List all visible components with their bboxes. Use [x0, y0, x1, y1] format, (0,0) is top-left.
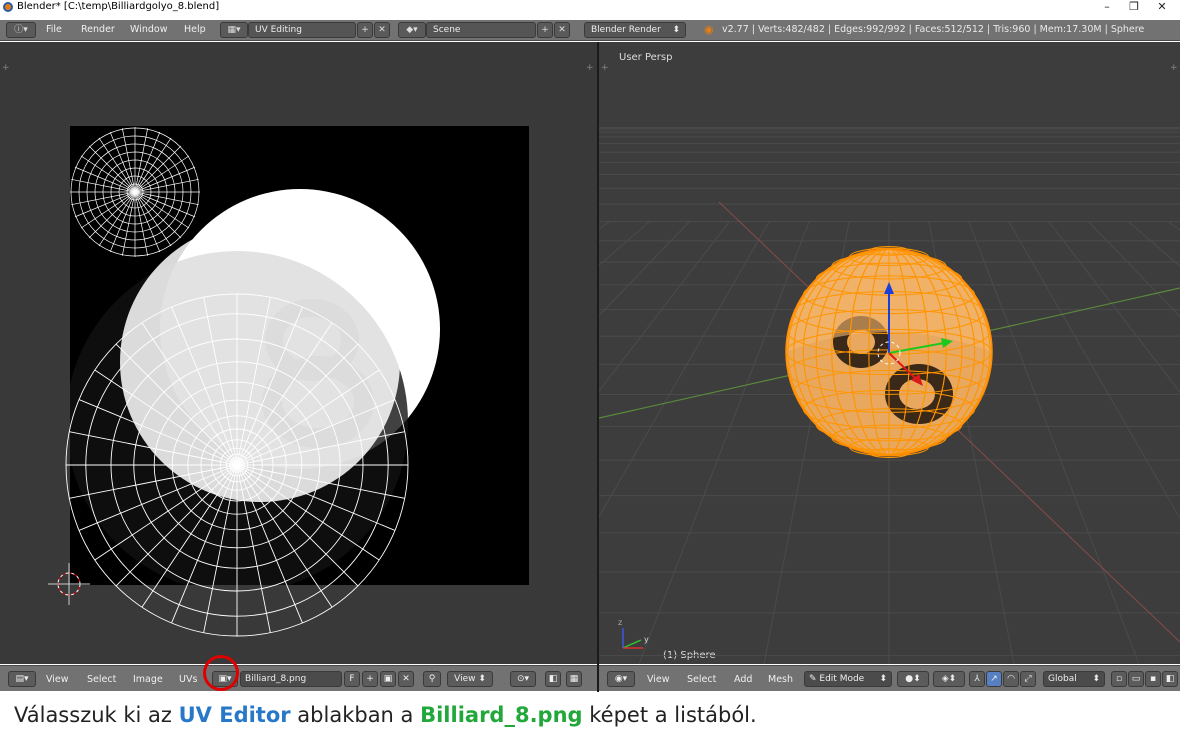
screen-layout-select[interactable]: UV Editing	[248, 22, 356, 38]
edge-select-icon[interactable]: ▭	[1128, 671, 1144, 687]
uv-select-mode-icon[interactable]: ▦	[566, 671, 582, 687]
view-axis-widget-icon: y z	[618, 618, 649, 649]
viewport-header: ◉▾ View Select Add Mesh ✎ Edit Mode ⬍ ●⬍…	[599, 665, 1180, 691]
pin-image-icon[interactable]: ⚲	[423, 671, 441, 687]
vertex-select-icon[interactable]: ▫	[1111, 671, 1127, 687]
remove-scene-button[interactable]: ✕	[554, 22, 570, 38]
render-engine-select[interactable]: Blender Render ⬍	[584, 22, 686, 38]
rotate-icon[interactable]: ◠	[1003, 671, 1019, 687]
caption-image-name: Billiard_8.png	[420, 703, 583, 727]
scale-icon[interactable]: ⤢	[1020, 671, 1036, 687]
3d-viewport[interactable]: User Persp (1) Sphere + + y z	[599, 42, 1180, 664]
viewport-shading-select[interactable]: ●⬍	[897, 671, 929, 687]
manipulator-toggle-icon[interactable]: ⅄	[969, 671, 985, 687]
vp-menu-select[interactable]: Select	[687, 674, 716, 685]
add-scene-button[interactable]: +	[537, 22, 553, 38]
caption: Válasszuk ki az UV Editor ablakban a Bil…	[14, 703, 757, 727]
pivot-point-icon[interactable]: ⊙▾	[510, 671, 536, 687]
close-button[interactable]: ✕	[1152, 0, 1172, 14]
vp-menu-mesh[interactable]: Mesh	[768, 674, 793, 685]
uv-menu-image[interactable]: Image	[133, 674, 163, 685]
remove-layout-button[interactable]: ✕	[374, 22, 390, 38]
menu-window[interactable]: Window	[130, 24, 167, 35]
view-mode-select[interactable]: View ⬍	[447, 671, 493, 687]
mode-select[interactable]: ✎ Edit Mode ⬍	[804, 671, 892, 687]
caption-text: képet a listából.	[582, 703, 757, 727]
svg-text:z: z	[618, 618, 622, 627]
editor-type-info-button[interactable]: ⓘ▾	[6, 22, 36, 38]
blender-window: Blender* [C:\temp\Billiardgolyo_8.blend]…	[0, 0, 1180, 742]
uv-menu-view[interactable]: View	[46, 674, 69, 685]
caption-uv-editor: UV Editor	[178, 703, 291, 727]
blender-icon: ◉	[704, 23, 714, 36]
blender-logo-icon	[3, 2, 13, 12]
menu-file[interactable]: File	[46, 24, 62, 35]
unlink-image-icon[interactable]: ✕	[398, 671, 414, 687]
scene-select[interactable]: Scene	[426, 22, 536, 38]
uv-mesh-small	[70, 127, 200, 257]
sync-selection-icon[interactable]: ◧	[545, 671, 561, 687]
vp-menu-view[interactable]: View	[647, 674, 670, 685]
uv-canvas[interactable]	[0, 42, 597, 664]
add-layout-button[interactable]: +	[357, 22, 373, 38]
new-image-icon[interactable]: +	[362, 671, 378, 687]
uv-menu-uvs[interactable]: UVs	[179, 674, 197, 685]
uv-menu-select[interactable]: Select	[87, 674, 116, 685]
screen-layout-icon[interactable]: ▦▾	[220, 22, 248, 38]
viewport-canvas[interactable]: y z	[599, 42, 1180, 664]
svg-text:y: y	[644, 635, 649, 644]
window-titlebar: Blender* [C:\temp\Billiardgolyo_8.blend]…	[0, 0, 1180, 14]
highlight-circle	[203, 655, 239, 691]
limit-selection-icon[interactable]: ◧	[1162, 671, 1178, 687]
window-title: Blender* [C:\temp\Billiardgolyo_8.blend]	[17, 1, 220, 12]
fake-user-button[interactable]: F	[344, 671, 360, 687]
image-name-field[interactable]: Billiard_8.png	[240, 671, 342, 687]
caption-text: Válasszuk ki az	[14, 703, 179, 727]
translate-icon[interactable]: ↗	[986, 671, 1002, 687]
restore-button[interactable]: ❐	[1124, 0, 1144, 14]
face-select-icon[interactable]: ▪	[1145, 671, 1161, 687]
minimize-button[interactable]: –	[1097, 0, 1117, 14]
transform-orientation-select[interactable]: Global ⬍	[1043, 671, 1105, 687]
scene-icon[interactable]: ◆▾	[398, 22, 426, 38]
open-image-icon[interactable]: ▣	[380, 671, 396, 687]
menu-render[interactable]: Render	[81, 24, 115, 35]
editor-type-3d-button[interactable]: ◉▾	[607, 671, 635, 687]
uv-mesh-large	[65, 293, 409, 637]
menu-help[interactable]: Help	[184, 24, 206, 35]
info-header: ⓘ▾ File Render Window Help ▦▾ UV Editing…	[0, 20, 1180, 41]
scene-stats: v2.77 | Verts:482/482 | Edges:992/992 | …	[722, 24, 1145, 35]
pivot-select-icon[interactable]: ◈⬍	[933, 671, 965, 687]
uv-editor-header: ▤▾ View Select Image UVs ▣▾ Billiard_8.p…	[0, 665, 597, 691]
caption-text: ablakban a	[290, 703, 421, 727]
vp-menu-add[interactable]: Add	[734, 674, 752, 685]
editor-type-image-button[interactable]: ▤▾	[8, 671, 36, 687]
uv-image-editor[interactable]: + +	[0, 42, 597, 664]
